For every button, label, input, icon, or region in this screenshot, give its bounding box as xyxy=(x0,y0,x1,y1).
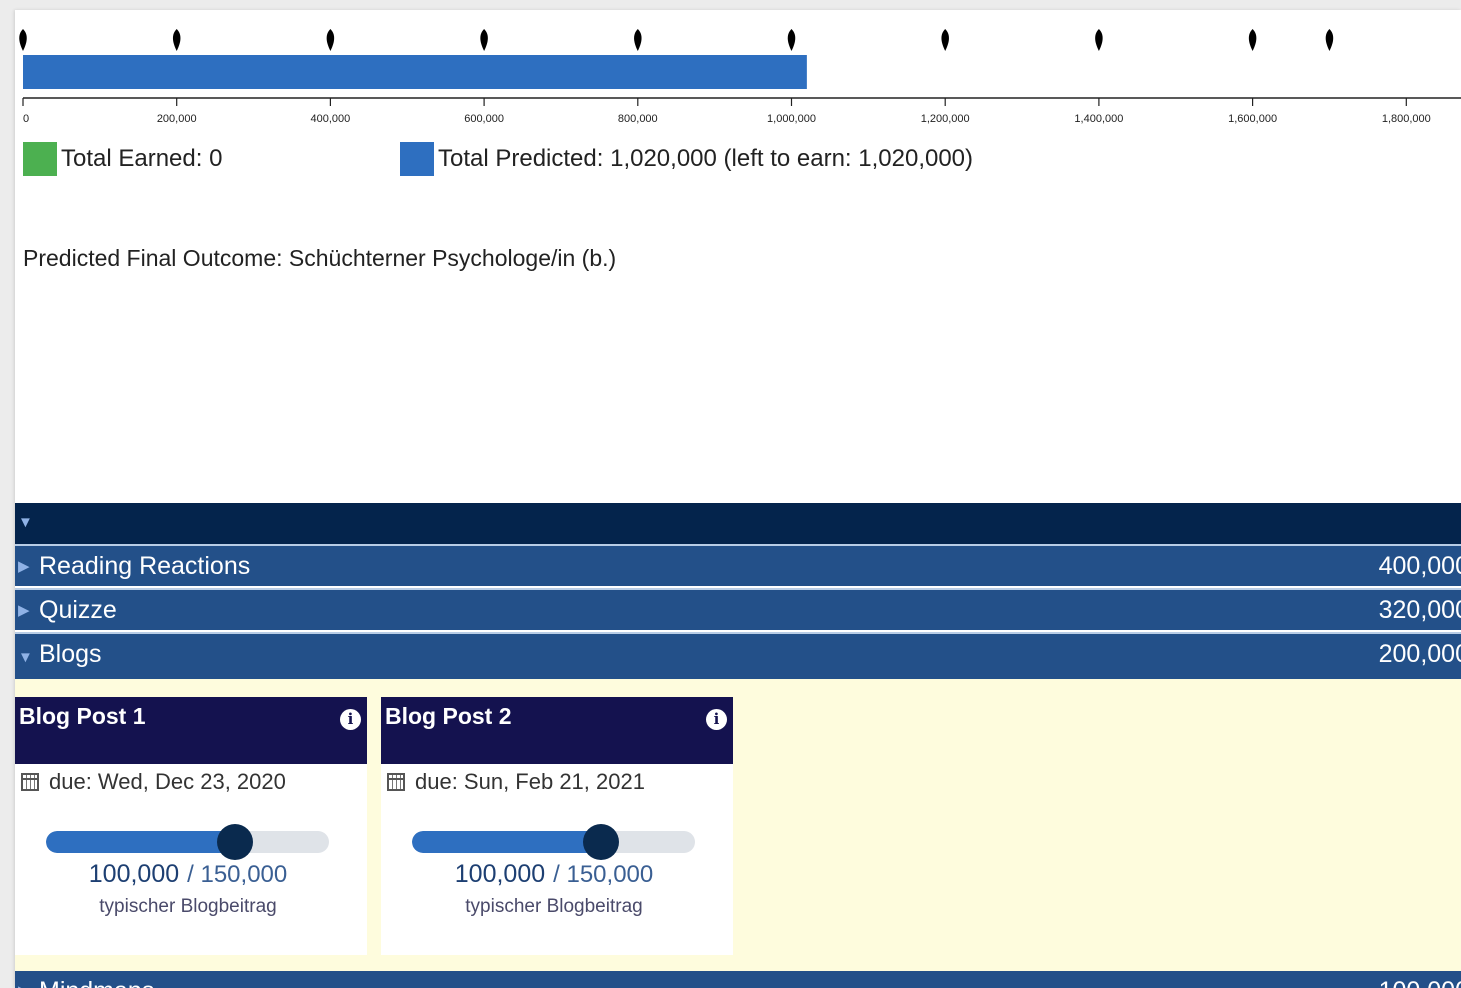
grade-threshold-marker xyxy=(19,29,27,51)
x-tick-label: 800,000 xyxy=(618,113,658,125)
category-row-reading-reactions[interactable]: ▶ Reading Reactions 400,000 xyxy=(15,544,1461,586)
x-tick-label: 1,000,000 xyxy=(767,113,816,125)
assignment-title: Blog Post 1 xyxy=(19,703,146,729)
earned-legend-label: Total Earned: 0 xyxy=(61,145,223,172)
due-date-text: due: Sun, Feb 21, 2021 xyxy=(415,769,645,794)
category-points: 400,000 xyxy=(1378,552,1461,580)
grade-threshold-marker xyxy=(634,29,642,51)
x-tick-label: 200,000 xyxy=(157,113,197,125)
category-points: 320,000 xyxy=(1378,596,1461,624)
category-row-blogs[interactable]: ▼ Blogs 200,000 xyxy=(15,632,1461,679)
category-points: 100,000 xyxy=(1379,977,1461,988)
category-row-mindmaps[interactable]: ▶ Mindmaps 100,000 xyxy=(15,971,1461,988)
category-row-quizze[interactable]: ▶ Quizze 320,000 xyxy=(15,588,1461,630)
assignment-title: Blog Post 2 xyxy=(385,703,512,729)
category-label: Quizze xyxy=(39,596,117,624)
grade-threshold-marker xyxy=(787,29,796,51)
score-slider-fill xyxy=(46,831,235,853)
score-slider-track[interactable] xyxy=(46,831,329,853)
triangle-right-icon: ▶ xyxy=(18,984,30,988)
category-label: Mindmaps xyxy=(39,977,154,988)
assignment-description: typischer Blogbeitrag xyxy=(465,896,643,917)
x-tick-label: 1,200,000 xyxy=(921,113,970,125)
grade-threshold-marker xyxy=(326,29,335,51)
x-tick-label: 600,000 xyxy=(464,113,504,125)
category-points: 200,000 xyxy=(1378,640,1461,668)
assignment-card: Blog Post 1 i due: Wed, Dec 23, 2020 100… xyxy=(15,697,367,955)
x-tick-label: 1,600,000 xyxy=(1228,113,1277,125)
category-label: Blogs xyxy=(39,640,102,668)
predicted-legend-swatch xyxy=(400,142,434,176)
info-icon[interactable]: i xyxy=(706,709,727,730)
predicted-outcome-text: Predicted Final Outcome: Schüchterner Ps… xyxy=(23,245,617,271)
predicted-legend-label: Total Predicted: 1,020,000 (left to earn… xyxy=(438,145,974,172)
score-slider-thumb[interactable] xyxy=(582,824,619,860)
assignment-card-header: Blog Post 1 i xyxy=(15,697,367,764)
points-chart: 0 200,000 400,000 600,000 800,000 1,000,000 1,… xyxy=(19,29,1461,125)
x-tick-label: 400,000 xyxy=(311,113,351,125)
score-total: / 150,000 xyxy=(187,861,288,888)
info-icon[interactable]: i xyxy=(340,709,361,730)
grade-threshold-marker xyxy=(1248,29,1257,51)
score-readout: 100,000 / 150,000 xyxy=(15,860,361,889)
assignment-description: typischer Blogbeitrag xyxy=(99,896,277,917)
x-tick-label: 1,400,000 xyxy=(1074,113,1123,125)
assignment-card-header: Blog Post 2 i xyxy=(381,697,733,764)
triangle-right-icon: ▶ xyxy=(18,558,30,575)
grade-threshold-marker xyxy=(941,29,949,51)
score-slider-fill xyxy=(412,831,601,853)
due-date: due: Wed, Dec 23, 2020 xyxy=(21,769,286,795)
assignment-card: Blog Post 2 i due: Sun, Feb 21, 2021 100… xyxy=(381,697,733,955)
score-slider-thumb[interactable] xyxy=(216,824,253,860)
category-tree-root-toggle[interactable]: ▼ xyxy=(15,503,1461,544)
score-current: 100,000 xyxy=(88,860,180,888)
score-slider-track[interactable] xyxy=(412,831,695,853)
category-label: Reading Reactions xyxy=(39,552,251,580)
grade-threshold-marker xyxy=(172,29,181,51)
triangle-right-icon: ▶ xyxy=(18,602,30,619)
predicted-bar xyxy=(23,55,807,89)
score-current: 100,000 xyxy=(454,860,546,888)
grade-threshold-marker xyxy=(1095,29,1103,51)
score-readout: 100,000 / 150,000 xyxy=(381,860,727,889)
grade-predictor-page: 0 200,000 400,000 600,000 800,000 1,000,000 1,… xyxy=(15,10,1461,988)
grade-threshold-marker xyxy=(480,29,488,51)
score-total: / 150,000 xyxy=(553,861,654,888)
due-date-text: due: Wed, Dec 23, 2020 xyxy=(49,769,286,794)
x-tick-label: 1,800,000 xyxy=(1382,113,1431,125)
calendar-icon xyxy=(21,773,39,791)
calendar-icon xyxy=(387,773,405,791)
triangle-down-icon: ▼ xyxy=(18,649,33,666)
due-date: due: Sun, Feb 21, 2021 xyxy=(387,769,645,795)
triangle-down-icon: ▼ xyxy=(18,514,33,531)
grade-threshold-marker xyxy=(1325,29,1334,51)
blogs-assignments-panel: Blog Post 1 i due: Wed, Dec 23, 2020 100… xyxy=(15,679,1461,971)
earned-legend-swatch xyxy=(23,142,57,176)
x-tick-label: 0 xyxy=(23,113,29,125)
